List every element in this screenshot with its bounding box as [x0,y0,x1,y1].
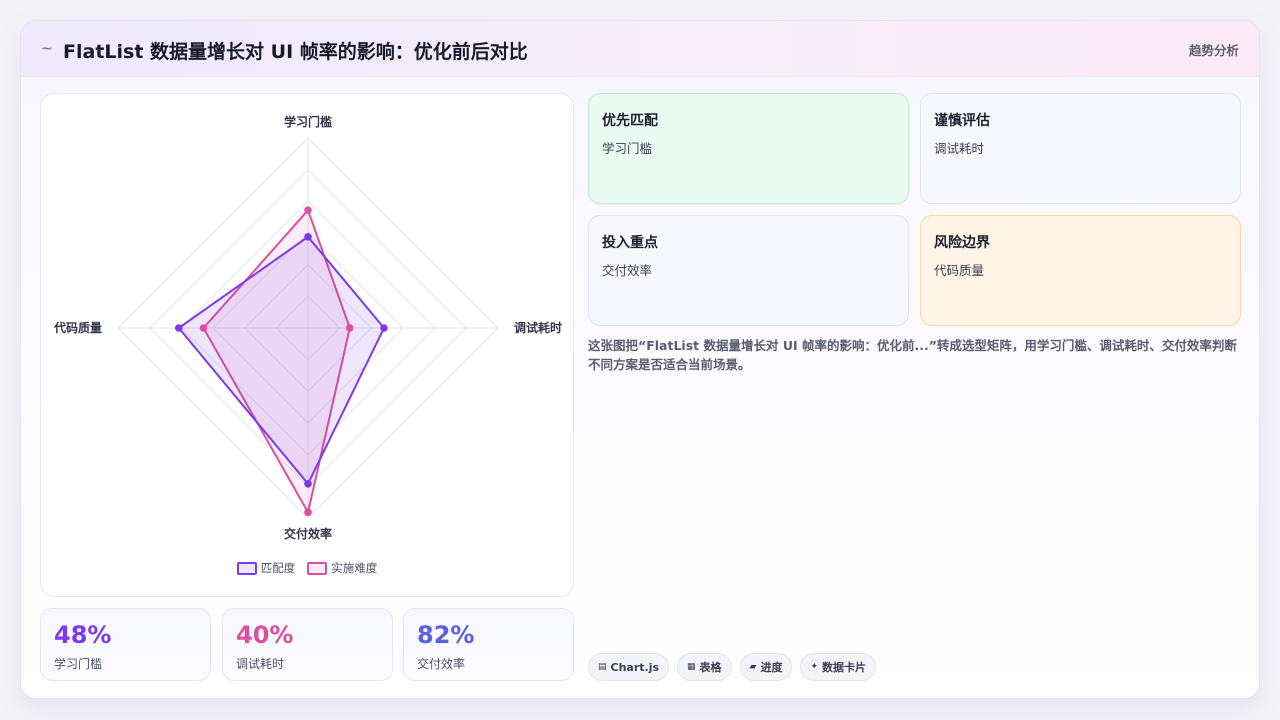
stat-value: 40% [236,621,294,649]
axis-label: 调试耗时 [514,320,562,335]
chip-label: Chart.js [610,660,660,674]
axis-label: 代码质量 [53,320,102,335]
data-point [304,480,312,488]
chip-chartjs[interactable]: ▤ Chart.js [588,653,670,681]
quadrant-title: 风险边界 [934,235,990,251]
stat-label: 调试耗时 [236,657,285,671]
radar-chart: 学习门槛调试耗时交付效率 代码质量 [53,114,562,541]
axis-label: 学习门槛 [284,114,332,129]
sparkle-icon: ✦ [810,662,819,672]
dashboard-card: ~ FlatList 数据量增长对 UI 帧率的影响：优化前后对比 趋势分析 学… [20,20,1260,699]
chip-label: 数据卡片 [822,661,867,674]
radar-chart-panel: 学习门槛调试耗时交付效率 代码质量 匹配度 实施难度 [40,93,574,597]
chart-icon: ▤ [598,662,607,672]
stat-value: 82% [417,621,475,649]
legend-label-series-1: 匹配度 [260,561,296,575]
legend-item-series-1[interactable]: 匹配度 [236,560,296,576]
stat-card-learning: 48% 学习门槛 [40,608,211,681]
chip-table[interactable]: ▦ 表格 [677,653,732,681]
chip-progress[interactable]: ▰ 进度 [739,653,793,681]
data-point [304,233,312,241]
data-point [304,508,312,517]
stat-label: 交付效率 [417,657,466,671]
stat-card-delivery: 82% 交付效率 [403,608,574,681]
progress-icon: ▰ [749,662,757,672]
stat-label: 学习门槛 [54,657,103,671]
legend-swatch-series-2 [307,561,328,575]
chip-data-card[interactable]: ✦ 数据卡片 [800,653,877,681]
quadrant-card-risk[interactable]: 风险边界 代码质量 [920,215,1241,326]
quadrant-title: 优先匹配 [602,113,658,129]
quadrant-title: 投入重点 [602,235,658,251]
stat-value: 48% [54,621,112,649]
chip-label: 进度 [760,661,783,674]
axis-label: 交付效率 [284,526,332,541]
category-tag[interactable]: 趋势分析 [1189,40,1239,59]
trend-icon: ~ [41,41,53,57]
data-point [380,324,388,332]
series-area [177,235,385,485]
chart-legend: 匹配度 实施难度 [41,560,573,576]
table-icon: ▦ [687,662,696,672]
data-point [346,324,354,332]
quadrant-subtitle: 学习门槛 [602,141,653,156]
data-point [175,324,183,332]
data-point [304,206,312,214]
chip-label: 表格 [699,661,722,674]
quadrant-title: 谨慎评估 [934,113,990,129]
quadrant-subtitle: 调试耗时 [934,141,985,156]
chart-description: 这张图把“FlatList 数据量增长对 UI 帧率的影响：优化前...”转成选… [588,338,1237,372]
tech-chips: ▤ Chart.js ▦ 表格 ▰ 进度 ✦ 数据卡片 [588,653,877,681]
stat-card-debug: 40% 调试耗时 [222,608,393,681]
legend-item-series-2[interactable]: 实施难度 [307,560,377,576]
page-title: FlatList 数据量增长对 UI 帧率的影响：优化前后对比 [63,41,528,63]
quadrant-card-priority[interactable]: 优先匹配 学习门槛 [588,93,909,204]
quadrant-subtitle: 代码质量 [934,263,985,278]
legend-swatch-series-1 [236,561,257,575]
legend-label-series-2: 实施难度 [331,561,378,575]
data-point [199,324,208,332]
quadrant-card-invest[interactable]: 投入重点 交付效率 [588,215,909,326]
quadrant-subtitle: 交付效率 [602,263,653,278]
quadrant-card-caution[interactable]: 谨慎评估 调试耗时 [920,93,1241,204]
header-bar: ~ FlatList 数据量增长对 UI 帧率的影响：优化前后对比 趋势分析 [21,21,1259,77]
